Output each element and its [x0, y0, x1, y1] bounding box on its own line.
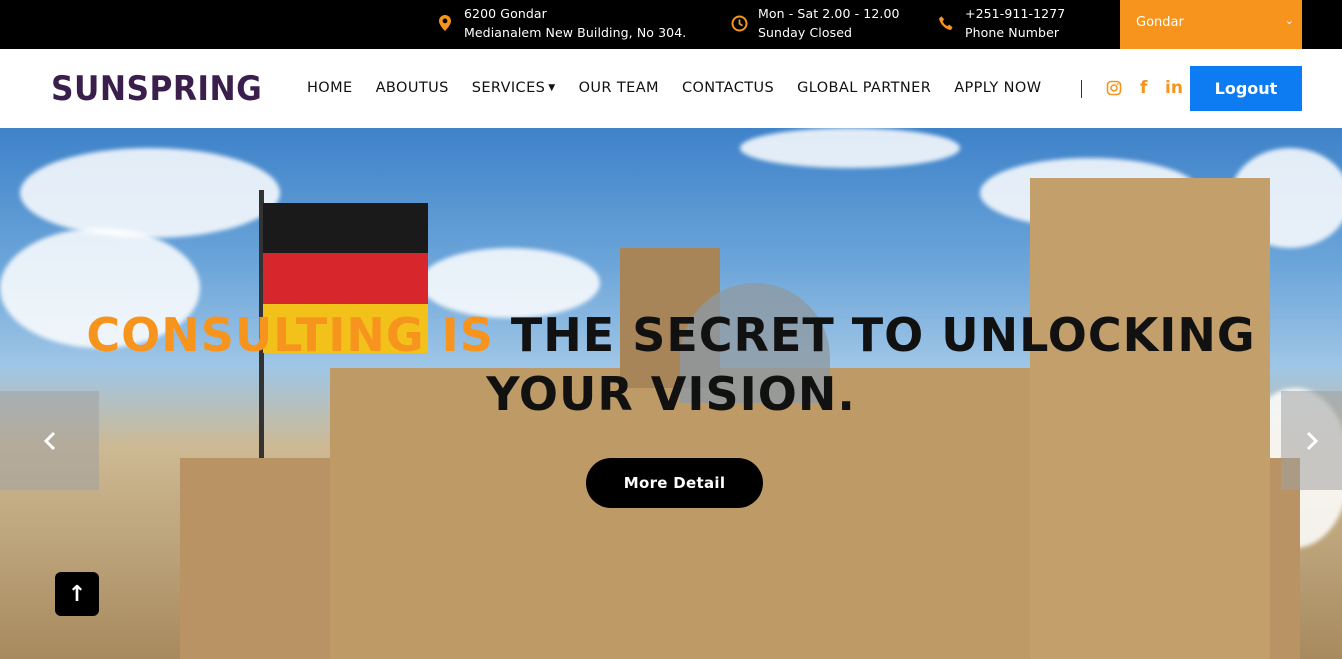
phone-line1: +251-911-1277 — [965, 6, 1066, 21]
carousel-prev-button[interactable] — [0, 391, 99, 490]
logout-button[interactable]: Logout — [1190, 66, 1302, 111]
phone-line2: Phone Number — [965, 25, 1060, 40]
arrow-up-icon: ↑ — [67, 581, 87, 607]
nav-home[interactable]: HOME — [307, 80, 353, 96]
hero-headline-accent: CONSULTING IS — [86, 308, 494, 362]
phone-icon — [937, 14, 955, 32]
address-line1: 6200 Gondar — [464, 6, 547, 21]
hours-line2: Sunday Closed — [758, 25, 853, 40]
hero-headline-line2: YOUR VISION. — [486, 367, 856, 421]
hero-headline-rest: THE SECRET TO UNLOCKING — [510, 308, 1256, 362]
phone-info: +251-911-1277 Phone Number — [937, 4, 1065, 42]
hours-line1: Mon - Sat 2.00 - 12.00 — [758, 6, 900, 21]
nav-aboutus[interactable]: ABOUTUS — [376, 80, 449, 96]
nav-services-label: SERVICES — [471, 80, 546, 96]
nav-services[interactable]: SERVICES ▼ — [472, 80, 556, 96]
address-line2: Medianalem New Building, No 304. — [464, 25, 687, 40]
carousel-next-button[interactable] — [1281, 391, 1342, 490]
more-detail-button[interactable]: More Detail — [586, 458, 763, 508]
hours-info: Mon - Sat 2.00 - 12.00 Sunday Closed — [730, 4, 900, 42]
nav-global-partner[interactable]: GLOBAL PARTNER — [797, 80, 931, 96]
facebook-icon[interactable]: f — [1140, 78, 1147, 98]
site-logo[interactable]: SUNSPRING — [51, 69, 262, 109]
city-select-value: Gondar — [1136, 15, 1184, 30]
address-info: 6200 Gondar Medianalem New Building, No … — [436, 4, 686, 42]
nav-our-team[interactable]: OUR TEAM — [579, 80, 659, 96]
chevron-left-icon — [43, 431, 55, 450]
hero-headline: CONSULTING IS THE SECRET TO UNLOCKING YO… — [0, 306, 1342, 424]
main-navbar: SUNSPRING HOME ABOUTUS SERVICES ▼ OUR TEA… — [0, 49, 1342, 128]
top-info-bar: 6200 Gondar Medianalem New Building, No … — [0, 0, 1342, 49]
nav-contactus[interactable]: CONTACTUS — [682, 80, 774, 96]
hero-slider: CONSULTING IS THE SECRET TO UNLOCKING YO… — [0, 128, 1342, 659]
clock-icon — [730, 14, 748, 32]
chevron-down-icon: ⌄ — [1284, 14, 1294, 27]
nav-links: HOME ABOUTUS SERVICES ▼ OUR TEAM CONTACTU… — [307, 80, 1064, 96]
nav-divider — [1081, 80, 1082, 98]
city-select[interactable]: Gondar ⌄ — [1120, 0, 1302, 49]
linkedin-icon[interactable]: in — [1165, 78, 1183, 98]
scroll-to-top-button[interactable]: ↑ — [55, 572, 99, 616]
caret-down-icon: ▼ — [548, 83, 556, 93]
map-pin-icon — [436, 14, 454, 32]
nav-apply-now[interactable]: APPLY NOW — [954, 80, 1041, 96]
instagram-icon[interactable] — [1106, 80, 1122, 101]
chevron-right-icon — [1306, 431, 1318, 450]
